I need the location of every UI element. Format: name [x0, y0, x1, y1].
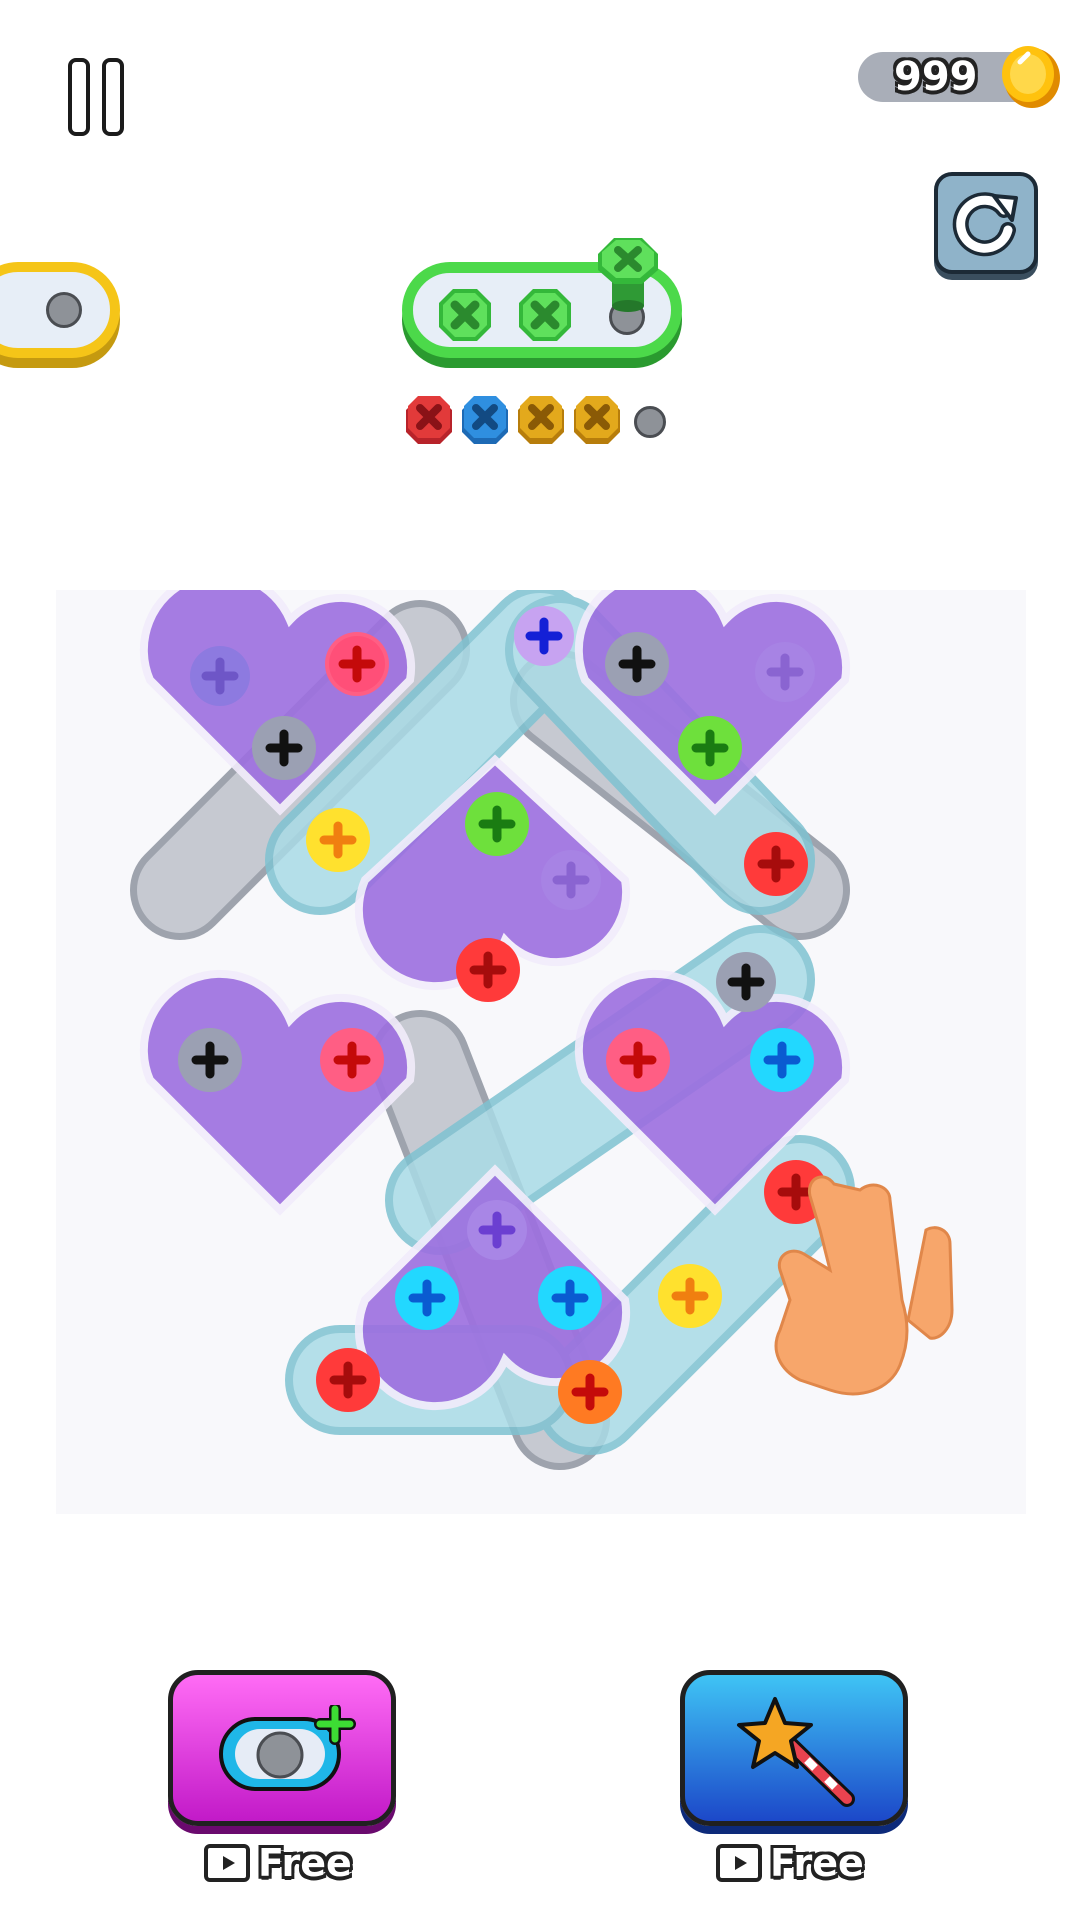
magic-wand-free-label: Free [716, 1838, 896, 1888]
board-pieces [130, 569, 954, 1470]
side-tray [0, 262, 120, 358]
yellow-screw-icon [574, 396, 620, 444]
magic-wand-button[interactable] [680, 1670, 908, 1826]
gold-coin-icon [1002, 46, 1060, 108]
coin-count: 999 [894, 54, 978, 100]
add-hole-free-label: Free [204, 1838, 384, 1888]
pause-icon [68, 58, 90, 136]
empty-hole [46, 292, 82, 328]
pause-button[interactable] [64, 58, 134, 138]
video-ad-icon [716, 1844, 762, 1882]
add-hole-button[interactable] [168, 1670, 396, 1826]
puzzle-board[interactable] [56, 569, 1026, 1514]
add-hole-icon [219, 1705, 356, 1791]
magic-wand-icon [737, 1697, 855, 1807]
green-screw-icon [439, 289, 491, 341]
empty-hole [634, 406, 666, 438]
blue-screw-icon [462, 396, 508, 444]
screw-queue [404, 394, 674, 454]
yellow-screw-icon [518, 396, 564, 444]
video-ad-icon [204, 1844, 250, 1882]
green-screw-icon [519, 289, 571, 341]
green-screw-icon [598, 238, 658, 312]
red-screw-icon [406, 396, 452, 444]
restart-button[interactable] [934, 172, 1038, 274]
restart-icon [952, 192, 1018, 257]
